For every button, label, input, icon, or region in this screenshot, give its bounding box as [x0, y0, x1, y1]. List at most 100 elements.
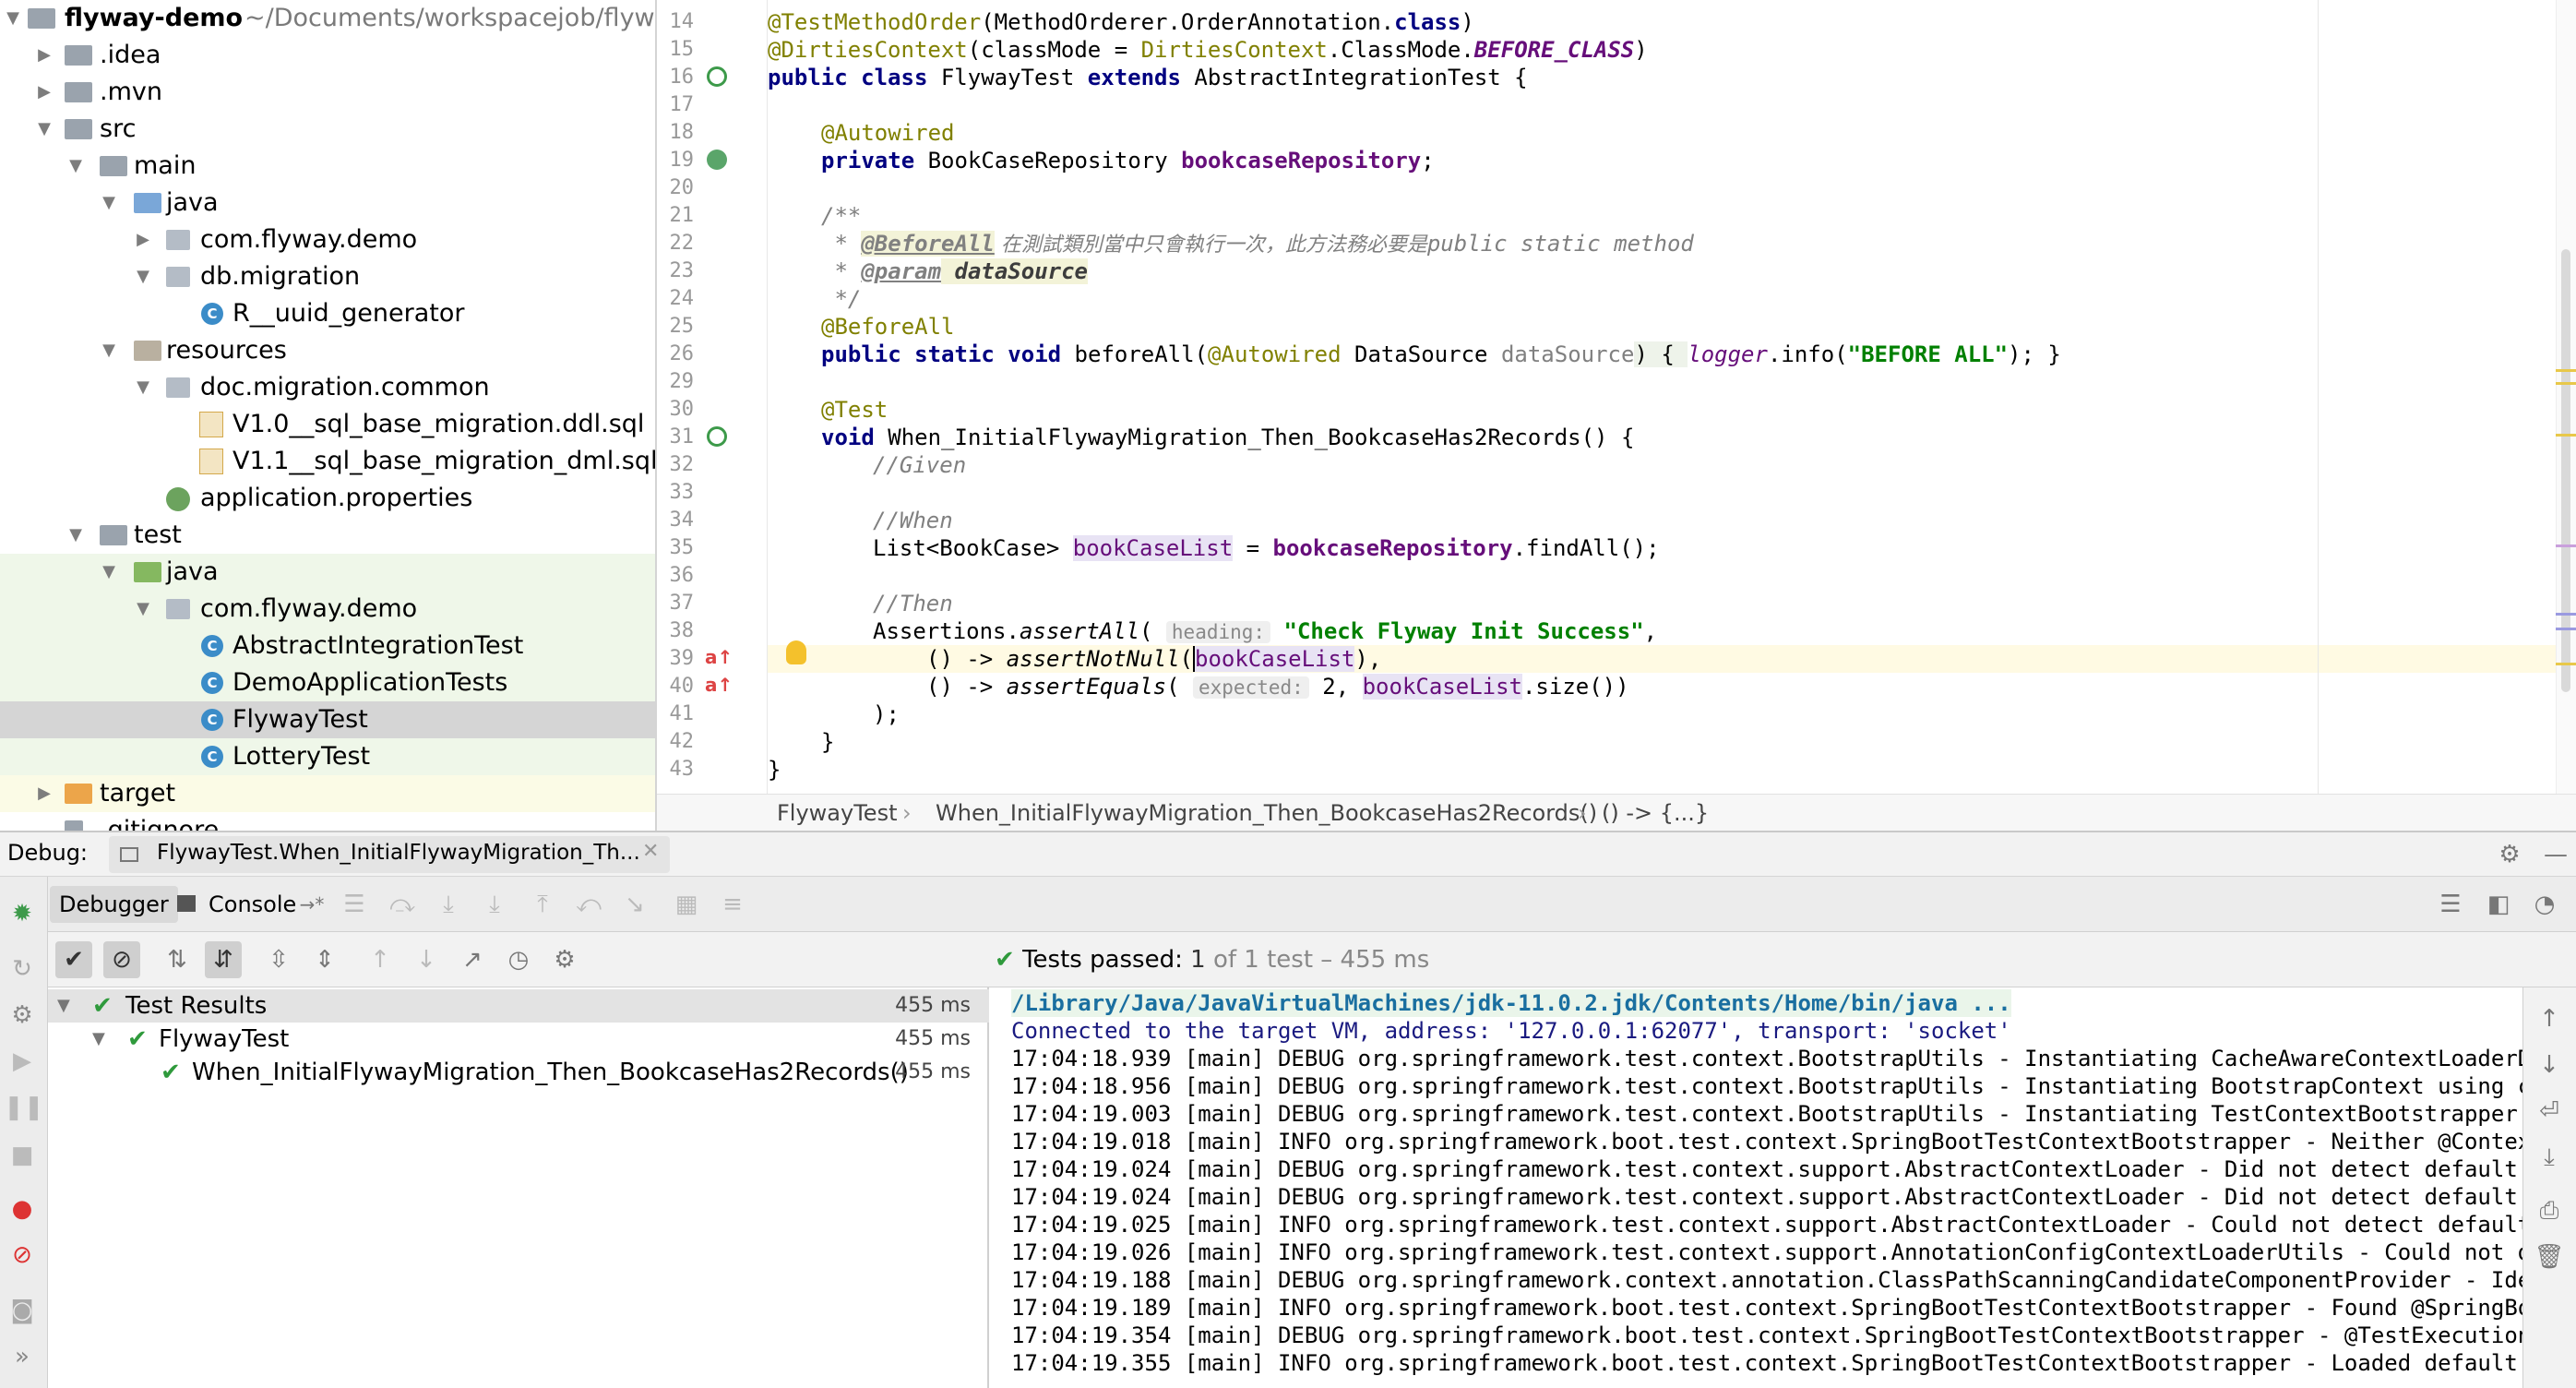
history-icon[interactable]: ◷ [500, 941, 537, 978]
error-stripe-marker[interactable] [2556, 544, 2576, 547]
chevron-down-icon[interactable]: ▼ [35, 111, 54, 148]
force-step-into-icon[interactable]: ⤓ [476, 886, 513, 923]
modify-config-icon[interactable]: ⚙ [4, 997, 41, 1034]
scroll-up-icon[interactable]: ↑ [2531, 1000, 2568, 1037]
intention-bulb-icon[interactable] [786, 640, 806, 664]
chevron-down-icon[interactable]: ▼ [92, 1023, 105, 1056]
debug-bug-icon[interactable]: ✹ [4, 895, 41, 932]
show-passed-icon[interactable]: ✔ [55, 941, 92, 978]
pin-tab-icon[interactable]: →* [293, 886, 330, 923]
chevron-down-icon[interactable]: ▼ [100, 554, 118, 591]
tree-row-db-migration[interactable]: ▼ db.migration [0, 258, 655, 295]
tree-row-main-java[interactable]: ▼ java [0, 185, 655, 221]
tree-row-gitignore[interactable]: .gitignore [0, 812, 655, 831]
drop-frame-icon[interactable]: ⤺ [570, 886, 607, 923]
error-stripe-marker[interactable] [2556, 434, 2576, 437]
restore-layout-icon[interactable]: ◧ [2480, 886, 2517, 923]
soft-wrap-icon[interactable]: ⏎ [2531, 1093, 2568, 1130]
close-icon[interactable]: ✕ [642, 840, 659, 863]
editor-scroll-thumb[interactable] [2561, 249, 2570, 692]
test-results-root[interactable]: ▼ ✔ Test Results 455 ms [48, 989, 989, 1023]
next-failed-icon[interactable]: ↓ [408, 941, 445, 978]
collapse-all-icon[interactable]: ⇕ [306, 941, 343, 978]
rerun-icon[interactable]: ↻ [4, 951, 41, 987]
layout-icon[interactable]: ☰ [2432, 886, 2469, 923]
tab-console[interactable]: Console [199, 886, 305, 923]
override-marker-icon[interactable]: a↑ [705, 674, 733, 696]
breadcrumb-class[interactable]: FlywayTest [777, 795, 897, 832]
chevron-down-icon[interactable]: ▼ [57, 989, 70, 1023]
tree-row-lottery-test[interactable]: C LotteryTest [0, 738, 655, 775]
settings-icon[interactable]: ⚙ [546, 941, 583, 978]
step-over-icon[interactable]: ⤼ [384, 886, 421, 923]
memory-icon[interactable]: ◔ [2526, 886, 2563, 923]
chevron-right-icon[interactable]: ▶ [35, 775, 54, 812]
chevron-down-icon[interactable]: ▼ [66, 517, 85, 554]
chevron-down-icon[interactable]: ▼ [100, 332, 118, 369]
tree-row-idea[interactable]: ▶ .idea [0, 37, 655, 74]
chevron-down-icon[interactable]: ▼ [134, 258, 152, 295]
error-stripe-marker[interactable] [2556, 663, 2576, 665]
chevron-right-icon[interactable]: ▶ [35, 74, 54, 111]
test-method-node[interactable]: ✔ When_InitialFlywayMigration_Then_Bookc… [48, 1056, 989, 1089]
breadcrumb-method[interactable]: When_InitialFlywayMigration_Then_Bookcas… [936, 795, 1597, 832]
override-marker-icon[interactable]: a↑ [705, 646, 733, 668]
expand-all-icon[interactable]: ⇳ [260, 941, 297, 978]
tree-row-doc-migration[interactable]: ▼ doc.migration.common [0, 369, 655, 406]
tree-row-target[interactable]: ▶ target [0, 775, 655, 812]
tree-row-project-root[interactable]: ▼ flyway-demo ~/Documents/workspacejob/f… [0, 0, 655, 37]
tree-row-uuid-generator[interactable]: C R__uuid_generator [0, 295, 655, 332]
tree-row-main-package[interactable]: ▶ com.flyway.demo [0, 221, 655, 258]
stop-icon[interactable]: ■ [4, 1137, 41, 1174]
tree-row-sql-ddl[interactable]: V1.0__sql_base_migration.ddl.sql [0, 406, 655, 443]
tab-debugger[interactable]: Debugger [50, 886, 178, 923]
evaluate-icon[interactable]: ▦ [668, 886, 705, 923]
chevron-down-icon[interactable]: ▼ [134, 591, 152, 628]
pause-icon[interactable]: ❚❚ [4, 1089, 44, 1126]
tree-row-mvn[interactable]: ▶ .mvn [0, 74, 655, 111]
sort-alpha-icon[interactable]: ⇅ [159, 941, 196, 978]
console-output[interactable]: /Library/Java/JavaVirtualMachines/jdk-11… [991, 987, 2522, 1388]
clear-all-icon[interactable]: 🗑 [2531, 1238, 2568, 1275]
error-stripe-marker[interactable] [2556, 382, 2576, 385]
tree-row-abstract-integration-test[interactable]: C AbstractIntegrationTest [0, 628, 655, 664]
chevron-down-icon[interactable]: ▼ [66, 148, 85, 185]
export-icon[interactable]: ↗ [454, 941, 491, 978]
previous-failed-icon[interactable]: ↑ [362, 941, 399, 978]
debug-session-tab[interactable]: FlywayTest.When_InitialFlywayMigration_T… [109, 836, 670, 873]
more-icon[interactable]: » [4, 1338, 41, 1375]
tree-row-demo-application-tests[interactable]: C DemoApplicationTests [0, 664, 655, 701]
step-into-icon[interactable]: ⤓ [430, 886, 467, 923]
tree-row-main[interactable]: ▼ main [0, 148, 655, 185]
error-stripe-marker[interactable] [2556, 628, 2576, 630]
run-to-cursor-icon[interactable]: ↘ [616, 886, 653, 923]
run-test-icon[interactable] [707, 66, 727, 87]
breadcrumb-lambda[interactable]: () -> {...} [1602, 795, 1709, 832]
sort-duration-icon[interactable]: ⇵ [205, 941, 242, 978]
mute-breakpoints-icon[interactable]: ⊘ [4, 1237, 41, 1274]
trace-icon[interactable]: ≡ [714, 886, 751, 923]
chevron-down-icon[interactable]: ▼ [134, 369, 152, 406]
run-test-icon[interactable] [707, 426, 727, 447]
camera-icon[interactable]: ◙ [4, 1292, 41, 1329]
tree-row-flyway-test[interactable]: C FlywayTest [0, 701, 655, 738]
code-editor[interactable]: @TestMethodOrder(MethodOrderer.OrderAnno… [768, 0, 2576, 794]
chevron-down-icon[interactable]: ▼ [100, 185, 118, 221]
tree-row-resources[interactable]: ▼ resources [0, 332, 655, 369]
scroll-down-icon[interactable]: ↓ [2531, 1047, 2568, 1083]
scroll-to-end-icon[interactable]: ⤓ [2531, 1139, 2568, 1176]
error-stripe-marker[interactable] [2556, 613, 2576, 616]
tree-row-application-properties[interactable]: application.properties [0, 480, 655, 517]
step-out-icon[interactable]: ⤒ [524, 886, 561, 923]
resume-icon[interactable]: ▶ [4, 1043, 41, 1080]
error-stripe-marker[interactable] [2556, 369, 2576, 372]
show-ignored-icon[interactable]: ⊘ [103, 941, 140, 978]
view-breakpoints-icon[interactable]: ● [4, 1191, 41, 1227]
list-icon[interactable]: ☰ [336, 886, 373, 923]
chevron-right-icon[interactable]: ▶ [35, 37, 54, 74]
implementation-icon[interactable] [707, 150, 727, 170]
tree-row-src[interactable]: ▼ src [0, 111, 655, 148]
tree-row-test-package[interactable]: ▼ com.flyway.demo [0, 591, 655, 628]
gear-icon[interactable]: ⚙ [2491, 836, 2528, 873]
tree-row-test-java[interactable]: ▼ java [0, 554, 655, 591]
